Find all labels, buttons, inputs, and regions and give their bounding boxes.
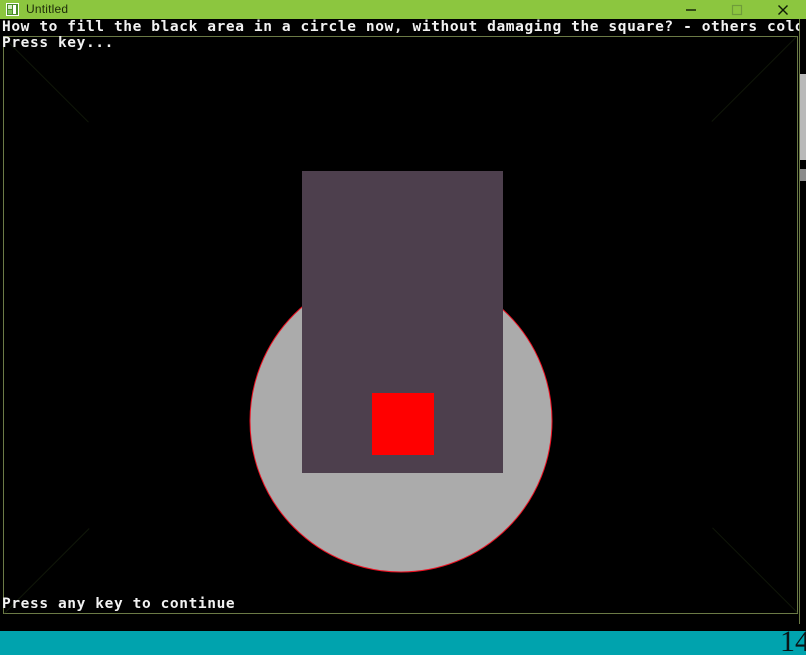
- vertical-scrollbar-thumb[interactable]: [800, 74, 806, 160]
- desktop-gap: [0, 624, 806, 631]
- window-title: Untitled: [26, 2, 69, 16]
- console-text-line-2: Press key...: [2, 35, 114, 51]
- red-square: [372, 393, 434, 455]
- application-window: Untitled How to fill the black area in a…: [0, 0, 806, 655]
- console-press-any-key-text: Press any key to continue: [2, 596, 236, 612]
- close-button[interactable]: [760, 0, 806, 19]
- window-app-icon: [6, 3, 19, 16]
- vertical-scrollbar-thumb-secondary[interactable]: [800, 169, 806, 181]
- close-icon: [778, 4, 788, 15]
- ghost-diagonal-top-right: [711, 36, 797, 122]
- console-client-area[interactable]: How to fill the black area in a circle n…: [0, 19, 806, 624]
- purple-rectangle: [302, 171, 503, 473]
- graphics-canvas: [249, 171, 553, 573]
- window-frame-outline: [3, 36, 798, 614]
- gray-circle: [249, 269, 553, 573]
- maximize-button[interactable]: [714, 0, 760, 19]
- maximize-icon: [731, 4, 743, 15]
- ghost-diagonal-bottom-right: [712, 527, 798, 613]
- minimize-icon: [686, 8, 696, 11]
- taskbar[interactable]: 14: [0, 631, 806, 655]
- vertical-scrollbar-track[interactable]: [800, 19, 806, 624]
- title-bar[interactable]: Untitled: [0, 0, 806, 19]
- minimize-button[interactable]: [668, 0, 714, 19]
- console-text-line-1: How to fill the black area in a circle n…: [2, 19, 806, 35]
- taskbar-number: 14: [780, 631, 806, 655]
